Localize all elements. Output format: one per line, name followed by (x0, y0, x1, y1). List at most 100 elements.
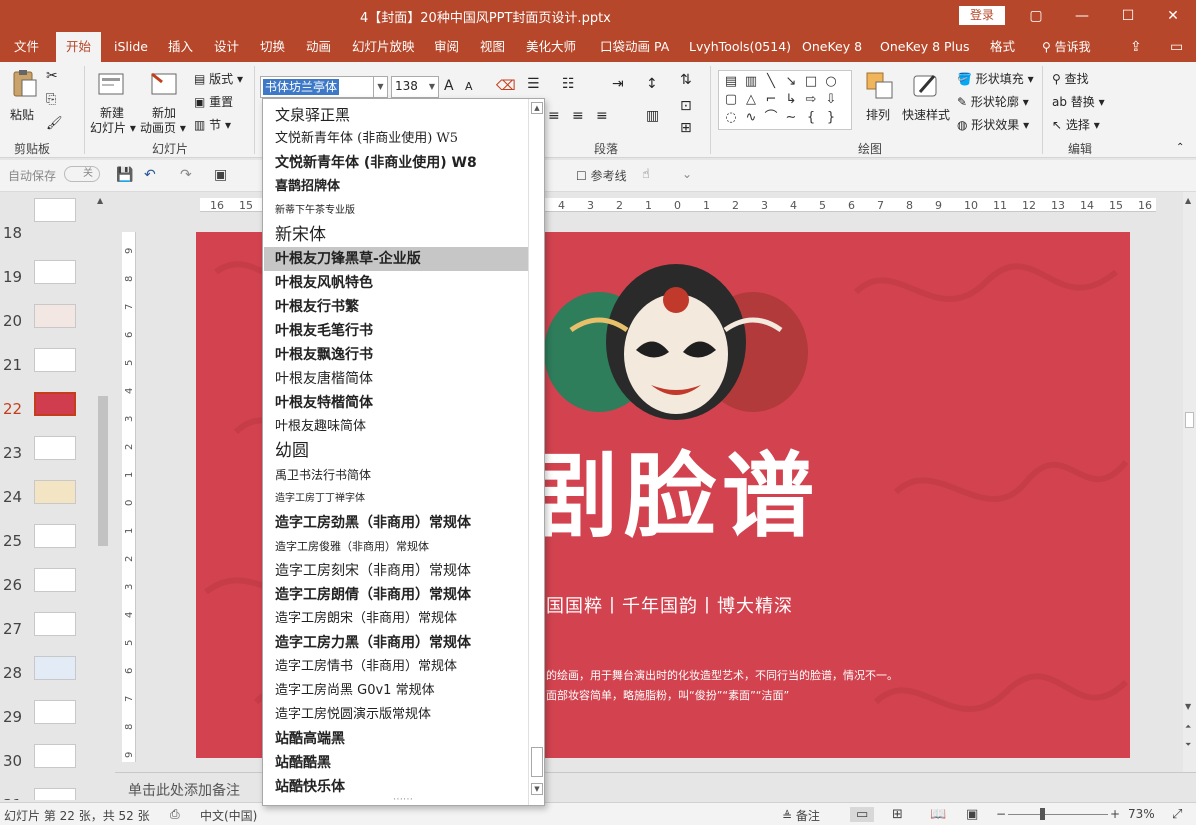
slide-sorter-view-icon[interactable]: ⊞ (892, 807, 903, 822)
section-button[interactable]: ▥ 节 ▾ (194, 116, 231, 133)
slide-thumbnail[interactable] (34, 612, 76, 636)
new-slide-label-2[interactable]: 幻灯片 ▾ (90, 119, 136, 136)
font-list-item[interactable]: 造字工房丁丁禅字体 (264, 487, 528, 511)
oval-shape-icon[interactable]: ○ (821, 73, 841, 91)
curve-shape-icon[interactable]: ∿ (741, 109, 761, 127)
font-list-item[interactable]: 造字工房刻宋（非商用）常规体 (264, 559, 528, 583)
indent-icon[interactable]: ⇥ (612, 76, 624, 92)
font-list-item[interactable]: 叶根友唐楷简体 (264, 367, 528, 391)
customize-qat-icon[interactable]: ⌄ (682, 167, 692, 181)
login-button[interactable]: 登录 (959, 6, 1005, 25)
paste-icon[interactable] (8, 68, 40, 100)
slide-thumbnail[interactable] (34, 568, 76, 592)
quick-styles-icon[interactable] (910, 70, 942, 102)
shape-effects-button[interactable]: ◍ 形状效果 ▾ (957, 116, 1029, 133)
tab-file[interactable]: 文件 (4, 32, 49, 62)
normal-view-icon[interactable]: ▭ (850, 807, 875, 822)
font-list-item[interactable]: 文悦新青年体 (非商业使用) W8 (264, 151, 528, 175)
font-list-item[interactable]: 造字工房悦圆演示版常规体 (264, 703, 528, 727)
justify-icon[interactable]: ≡ (596, 108, 608, 124)
font-list-item[interactable]: 叶根友飘逸行书 (264, 343, 528, 367)
slide-thumbnail[interactable] (34, 260, 76, 284)
arc-shape-icon[interactable]: ⌒ (761, 109, 781, 127)
slide-thumbnail[interactable] (34, 304, 76, 328)
elbow-arrow-shape-icon[interactable]: ↳ (781, 91, 801, 109)
font-list-item[interactable]: 站酷酷黑 (264, 751, 528, 775)
tab-animations[interactable]: 动画 (296, 32, 341, 62)
quick-styles-button[interactable]: 快速样式 (902, 106, 950, 123)
new-animation-page-icon[interactable] (148, 68, 180, 100)
rounded-rect-shape-icon[interactable]: ▢ (721, 91, 741, 109)
font-list-item[interactable]: 造字工房朗宋（非商用）常规体 (264, 607, 528, 631)
bullets-icon[interactable]: ☰ (527, 76, 540, 92)
text-direction-icon[interactable]: ⇅ (680, 72, 692, 88)
autosave-toggle[interactable]: 关 (64, 166, 100, 182)
tab-transitions[interactable]: 切换 (250, 32, 295, 62)
slide-thumbnail[interactable] (34, 348, 76, 372)
slideshow-view-icon[interactable]: ▣ (966, 807, 978, 822)
slide-thumbnail[interactable] (34, 524, 76, 548)
font-list-item[interactable]: 叶根友风帆特色 (264, 271, 528, 295)
collapse-ribbon-icon[interactable]: ⌃ (1176, 142, 1184, 153)
fit-to-window-icon[interactable]: ⤢ (1172, 807, 1182, 822)
slide-subtitle[interactable]: 国国粹丨千年国韵丨博大精深 (546, 592, 793, 618)
redo-icon[interactable]: ↷ (180, 167, 192, 183)
chevron-down-icon[interactable]: ▼ (426, 77, 438, 97)
slide-thumbnail[interactable] (34, 436, 76, 460)
cut-icon[interactable]: ✂ (46, 68, 58, 84)
zoom-in-icon[interactable]: + (1110, 807, 1120, 821)
triangle-shape-icon[interactable]: △ (741, 91, 761, 109)
grow-font-icon[interactable]: A (444, 78, 454, 94)
align-center-icon[interactable]: ≡ (548, 108, 560, 124)
scroll-down-icon[interactable]: ▼ (531, 783, 543, 795)
font-list-item[interactable]: 站酷高端黑 (264, 727, 528, 751)
font-list-item[interactable]: 叶根友特楷简体 (264, 391, 528, 415)
scroll-thumb[interactable] (98, 396, 108, 546)
font-size-value[interactable]: 138 (395, 79, 418, 93)
chevron-down-icon[interactable]: ▼ (373, 77, 387, 97)
align-text-icon[interactable]: ⊡ (680, 98, 692, 114)
down-arrow-shape-icon[interactable]: ⇩ (821, 91, 841, 109)
font-list-scrollbar[interactable]: ▲ ▼ (528, 99, 544, 805)
font-list-item[interactable]: 叶根友刀锋黑草-企业版 (264, 247, 528, 271)
font-list-item[interactable]: 叶根友行书繁 (264, 295, 528, 319)
reading-view-icon[interactable]: 📖 (930, 807, 946, 822)
new-animation-page-label-2[interactable]: 动画页 ▾ (140, 119, 186, 136)
new-slide-icon[interactable] (96, 68, 128, 100)
elbow-connector-shape-icon[interactable]: ⌐ (761, 91, 781, 109)
previous-slide-icon[interactable]: ⏶ (1185, 722, 1191, 732)
slide-title[interactable]: 剧脸谱 (526, 422, 820, 555)
layout-button[interactable]: ▤ 版式 ▾ (194, 70, 243, 87)
font-list-item[interactable]: 造字工房劲黑（非商用）常规体 (264, 511, 528, 535)
tab-onekey8[interactable]: OneKey 8 (792, 32, 872, 62)
language-indicator[interactable]: 中文(中国) (200, 807, 257, 824)
slide-description[interactable]: 的绘画，用于舞台演出时的化妆造型艺术，不同行当的脸谱，情况不一。 面部妆容简单，… (546, 666, 898, 706)
slide-thumbnail[interactable] (34, 788, 76, 800)
share-icon[interactable]: ⇪ (1130, 32, 1142, 62)
scroll-up-icon[interactable]: ▲ (1185, 196, 1191, 205)
left-brace-shape-icon[interactable]: { (801, 109, 821, 127)
touch-mode-icon[interactable]: ☝ (642, 167, 650, 182)
rectangle-shape-icon[interactable]: □ (801, 73, 821, 91)
maximize-icon[interactable]: ☐ (1105, 4, 1151, 28)
font-list-item[interactable]: 造字工房情书（非商用）常规体 (264, 655, 528, 679)
start-slideshow-icon[interactable]: ▣ (214, 167, 227, 183)
font-list-item[interactable]: 新蒂下午茶专业版 (264, 199, 528, 223)
tab-view[interactable]: 视图 (470, 32, 515, 62)
scroll-thumb[interactable] (1185, 412, 1194, 428)
zoom-slider-track[interactable] (1008, 814, 1108, 815)
font-list-item[interactable]: 幼圆 (264, 439, 528, 463)
tab-onekey8plus[interactable]: OneKey 8 Plus (870, 32, 979, 62)
font-list-item[interactable]: 文悦新青年体 (非商业使用) W5 (264, 127, 528, 151)
font-list-item[interactable]: 文泉驿正黑 (264, 103, 528, 127)
line-shape-icon[interactable]: ╲ (761, 73, 781, 91)
scroll-thumb[interactable] (531, 747, 543, 777)
columns-icon[interactable]: ▥ (646, 108, 659, 124)
font-list-item[interactable]: 禹卫书法行书简体 (264, 463, 528, 487)
slide-thumbnail[interactable] (34, 656, 76, 680)
tab-pocket-animation[interactable]: 口袋动画 PA (590, 32, 679, 62)
shape-outline-button[interactable]: ✎ 形状轮廓 ▾ (957, 93, 1029, 110)
spellcheck-icon[interactable]: ⎙ (170, 807, 180, 822)
arrange-icon[interactable] (864, 70, 896, 102)
replace-button[interactable]: ab 替换 ▾ (1052, 93, 1105, 110)
